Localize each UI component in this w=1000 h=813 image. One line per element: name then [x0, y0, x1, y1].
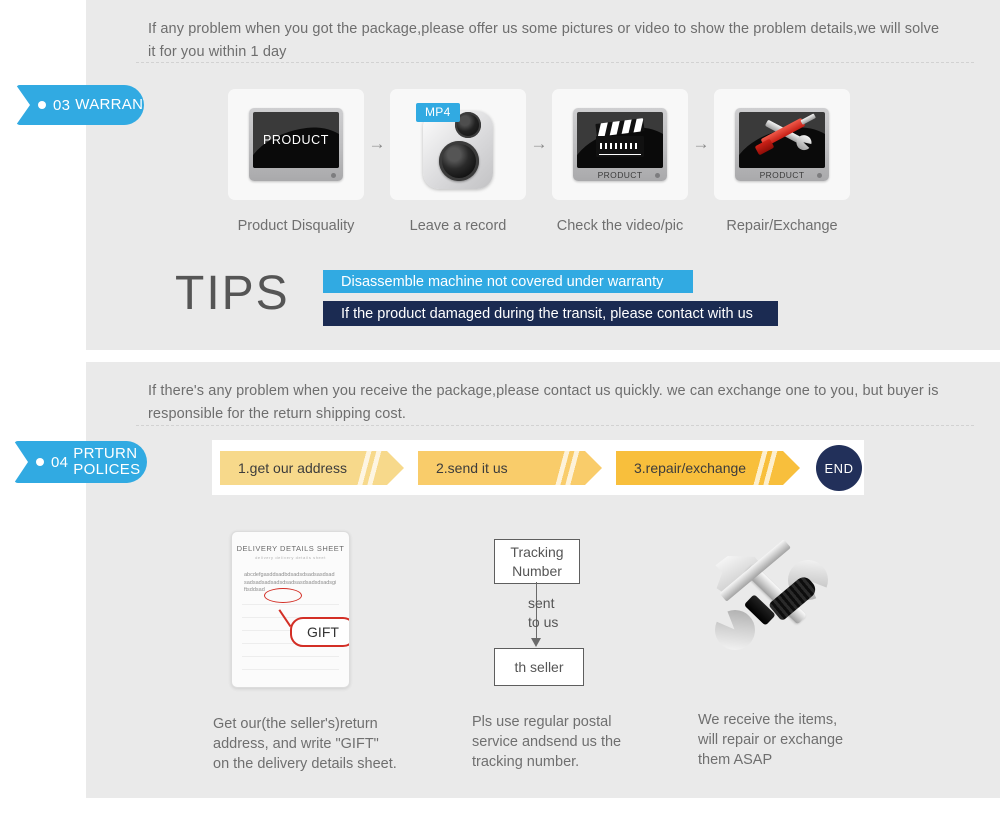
- tracking-arrow-label: sent to us: [528, 595, 559, 630]
- step-arrow-icon: →: [368, 134, 386, 153]
- flow-chevron-label: 1.get our address: [238, 460, 347, 476]
- step-label: Check the video/pic: [556, 218, 684, 234]
- step-card: PRODUCT: [714, 89, 850, 200]
- section-tag-label: PRTURN POLICES: [73, 445, 141, 478]
- step-card: MP4: [390, 89, 526, 200]
- caption-return-address: Get our(the seller's)return address, and…: [213, 716, 397, 772]
- flow-chevron-1[interactable]: 1.get our address: [220, 451, 404, 485]
- promo-page: If any problem when you got the package,…: [0, 0, 1000, 813]
- section-tag-warranty[interactable]: 03 WARRANTY: [16, 85, 144, 125]
- sheet-subtitle: delivery delivery details sheet: [255, 555, 326, 560]
- flow-chevron-3[interactable]: 3.repair/exchange: [616, 451, 800, 485]
- monitor-base-text: PRODUCT: [759, 170, 805, 180]
- returns-intro-text: If there's any problem when you receive …: [148, 383, 939, 422]
- tips-heading: TIPS: [175, 267, 290, 320]
- section-tag-returns[interactable]: 04 PRTURN POLICES: [14, 441, 147, 483]
- tools-monitor-icon: PRODUCT: [735, 108, 829, 181]
- step-label: Product Disquality: [237, 218, 355, 234]
- chevron-ticks-icon: [740, 451, 780, 485]
- monitor-product-icon: PRODUCT: [249, 108, 343, 181]
- section-tag-number: 04: [51, 453, 69, 471]
- returns-flow-band: 1.get our address 2.send it us 3.repair/…: [212, 440, 864, 495]
- mp4-badge: MP4: [416, 102, 460, 122]
- warranty-intro-text: If any problem when you got the package,…: [148, 21, 940, 60]
- step-label: Leave a record: [409, 218, 507, 234]
- warranty-steps: PRODUCT Product Disquality → MP4 Leave a…: [228, 89, 850, 234]
- bullet-dot-icon: [36, 458, 44, 466]
- warranty-step-4: PRODUCT Repair/Exchange: [714, 89, 850, 234]
- chevron-ticks-icon: [542, 451, 582, 485]
- warranty-step-1: PRODUCT Product Disquality: [228, 89, 364, 234]
- bullet-dot-icon: [38, 101, 46, 109]
- chevron-ticks-icon: [344, 451, 384, 485]
- caption-repair-exchange: We receive the items, will repair or exc…: [698, 712, 844, 768]
- step-arrow-icon: →: [530, 134, 548, 153]
- caption-postal-service: Pls use regular postal service andsend u…: [472, 714, 622, 770]
- tracking-arrow-head-icon: [531, 638, 541, 647]
- seller-box: th seller: [494, 648, 584, 686]
- warranty-step-2: MP4 Leave a record: [390, 89, 526, 234]
- step-label: Repair/Exchange: [726, 218, 838, 234]
- step-arrow-icon: →: [692, 134, 710, 153]
- flow-chevron-label: 3.repair/exchange: [634, 460, 747, 476]
- sheet-title: DELIVERY DETAILS SHEET: [236, 544, 345, 553]
- step-card: PRODUCT: [228, 89, 364, 200]
- step-card: PRODUCT: [552, 89, 688, 200]
- clapperboard-monitor-icon: PRODUCT: [573, 108, 667, 181]
- monitor-base-text: PRODUCT: [597, 170, 643, 180]
- section-tag-number: 03: [53, 96, 71, 114]
- gift-callout: GIFT: [290, 617, 349, 647]
- hammer-wrench-screwdriver-icon: [705, 539, 835, 660]
- tracking-number-box: Tracking Number: [494, 539, 580, 584]
- monitor-screen-text: PRODUCT: [262, 133, 329, 147]
- flow-chevron-2[interactable]: 2.send it us: [418, 451, 602, 485]
- tip-bar-transit-note: If the product damaged during the transi…: [323, 301, 778, 326]
- tip-bar-warranty-note: Disassemble machine not covered under wa…: [323, 270, 693, 293]
- flow-end-badge: END: [816, 445, 862, 491]
- warranty-step-3: PRODUCT Check the video/pic: [552, 89, 688, 234]
- flow-chevron-label: 2.send it us: [436, 460, 508, 476]
- delivery-sheet-icon: DELIVERY DETAILS SHEET delivery delivery…: [231, 531, 350, 688]
- camera-icon: MP4: [416, 101, 499, 189]
